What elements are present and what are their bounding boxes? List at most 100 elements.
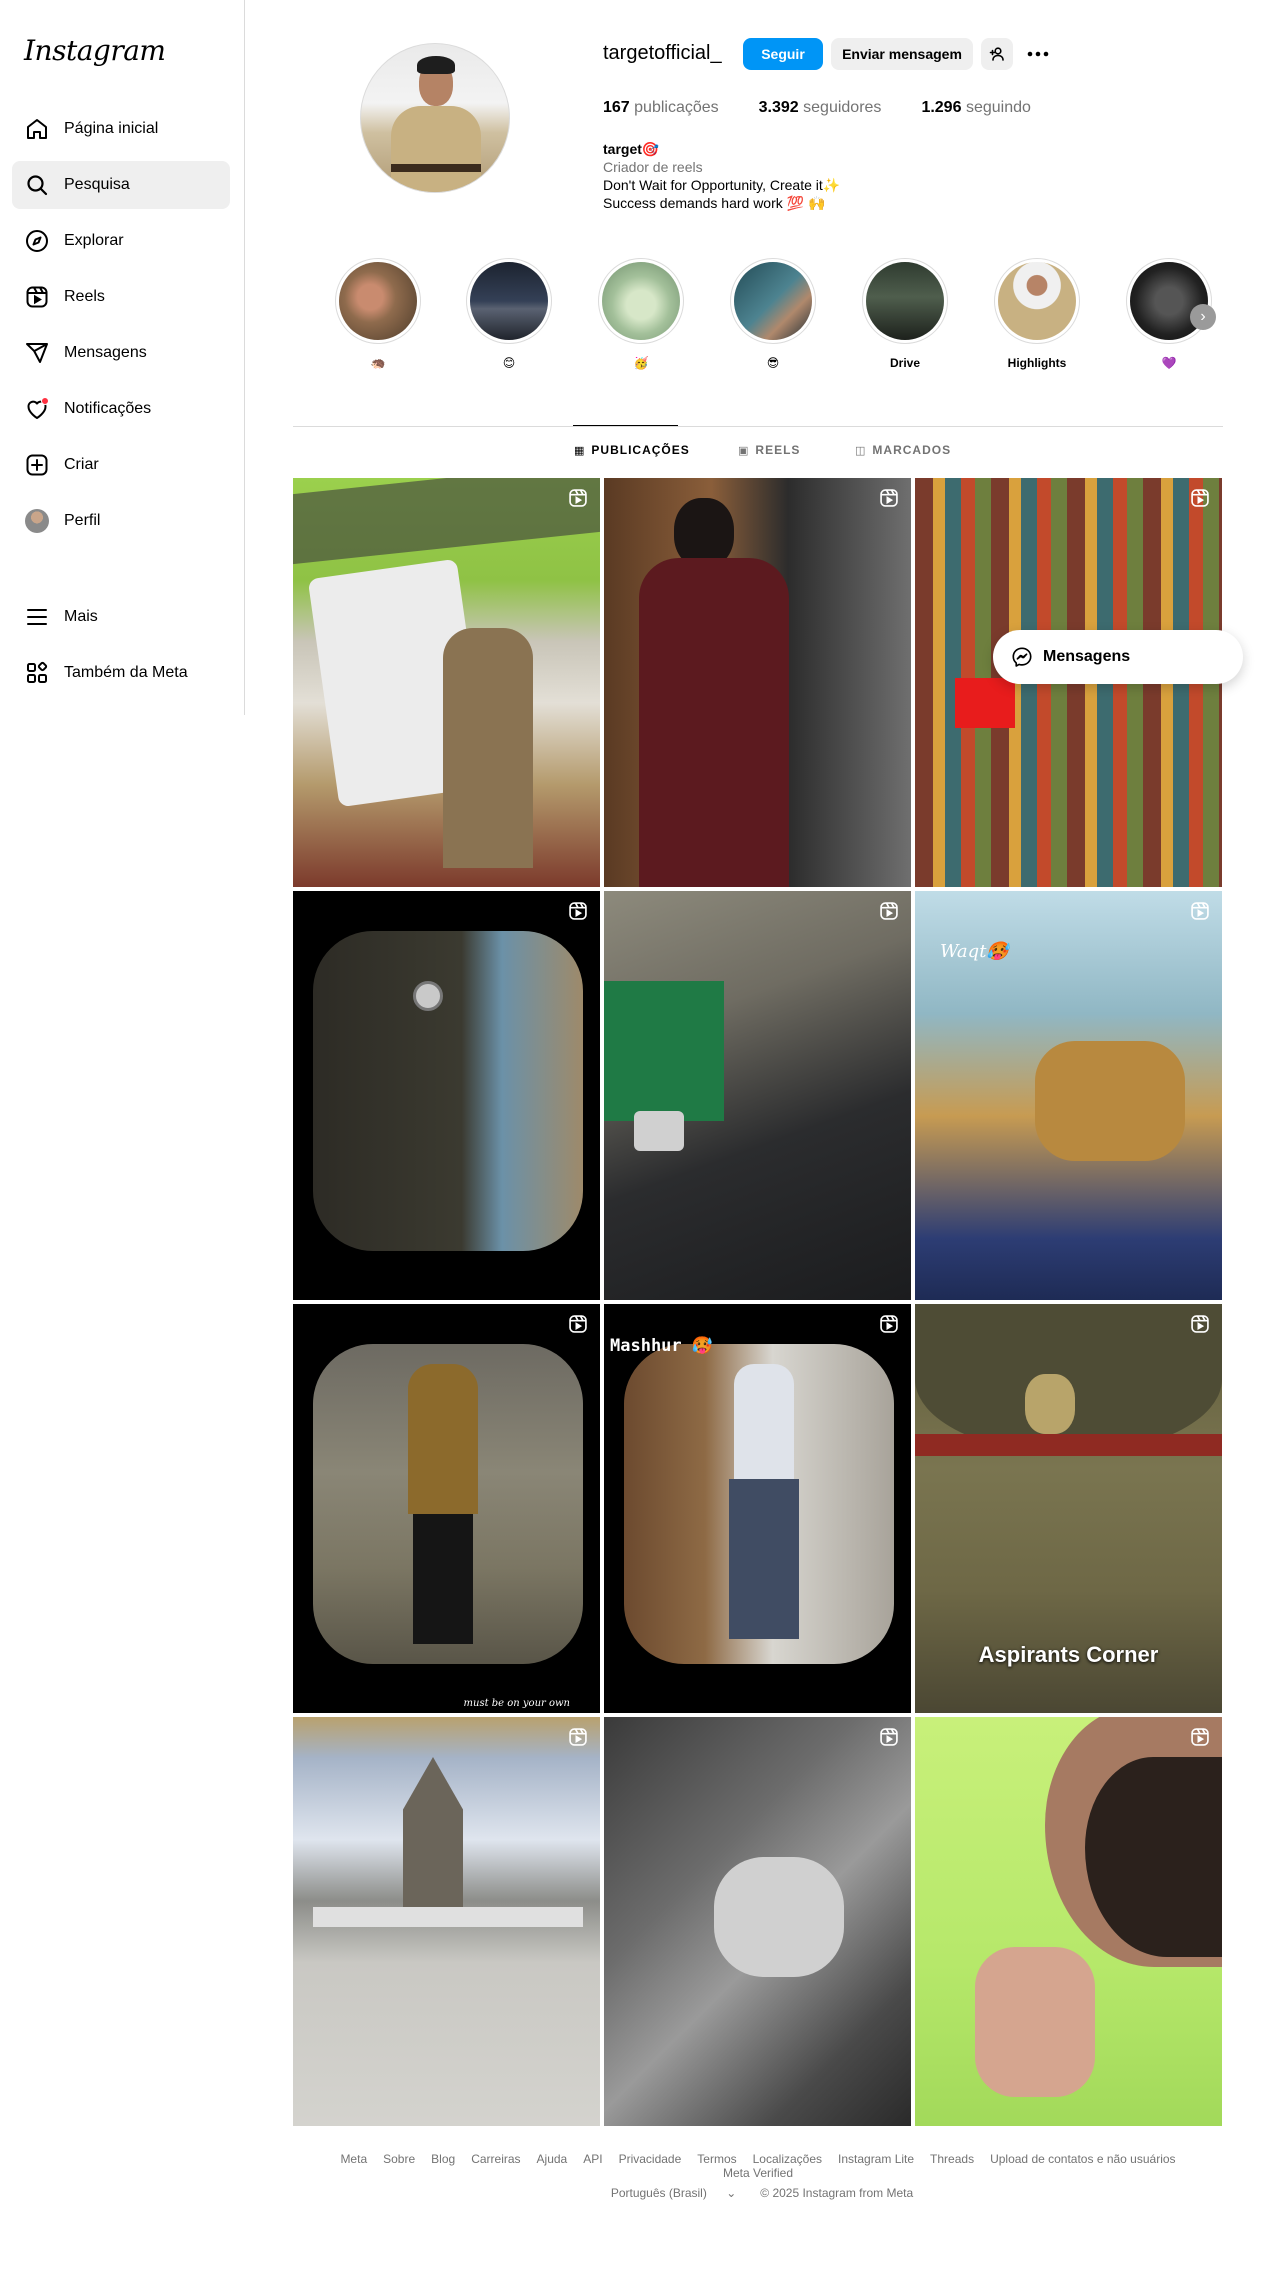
post-thumbnail[interactable]: Mashhur 🥵 [604, 1304, 911, 1713]
profile-stats: 167 publicações 3.392 seguidores 1.296 s… [603, 99, 1071, 117]
suggest-user-button[interactable] [981, 38, 1013, 70]
sidebar-item-create[interactable]: Criar [12, 441, 230, 489]
story-highlight[interactable]: 😊 [465, 258, 553, 372]
post-thumbnail[interactable] [293, 1717, 600, 2126]
post-overlay-text: Waqt🥵 [940, 941, 1009, 962]
footer-link[interactable]: Meta Verified [723, 2166, 793, 2180]
reel-indicator-icon [880, 1728, 898, 1746]
following-count[interactable]: 1.296 seguindo [921, 99, 1030, 117]
reel-indicator-icon [1191, 902, 1209, 920]
story-highlight[interactable]: 🥳 [597, 258, 685, 372]
story-highlight[interactable]: 🦔 [334, 258, 422, 372]
profile-avatar[interactable] [360, 43, 510, 193]
reel-indicator-icon [569, 902, 587, 920]
tagged-icon: ◫ [855, 444, 867, 457]
footer-link[interactable]: Threads [930, 2152, 974, 2166]
highlight-ring [994, 258, 1080, 344]
highlight-label: 💜 [1161, 356, 1177, 370]
sidebar-item-search[interactable]: Pesquisa [12, 161, 230, 209]
following-count-value: 1.296 [921, 99, 962, 116]
bio-line: Success demands hard work 💯 🙌 [603, 195, 826, 211]
sidebar-item-also-from-meta[interactable]: Também da Meta [12, 649, 230, 697]
home-icon [24, 116, 50, 142]
sidebar-item-home[interactable]: Página inicial [12, 105, 230, 153]
avatar-figure [391, 106, 481, 192]
send-message-button[interactable]: Enviar mensagem [831, 38, 973, 70]
post-thumbnail[interactable] [604, 1717, 911, 2126]
sidebar-item-label: Página inicial [64, 120, 159, 137]
footer-link[interactable]: Instagram Lite [838, 2152, 914, 2166]
story-highlight[interactable]: Drive [861, 258, 949, 372]
floating-messages-label: Mensagens [1043, 648, 1131, 665]
footer-link[interactable]: Upload de contatos e não usuários [990, 2152, 1175, 2166]
post-thumbnail[interactable]: must be on your own [293, 1304, 600, 1713]
reels-icon: ▣ [738, 444, 750, 457]
sidebar-item-profile[interactable]: Perfil [12, 497, 230, 545]
language-selector[interactable]: Português (Brasil) ⌄ [603, 2186, 744, 2200]
avatar-belt [391, 164, 481, 172]
sidebar-item-label: Notificações [64, 400, 152, 417]
footer-links: Meta Sobre Blog Carreiras Ajuda API Privacidad… [293, 2152, 1223, 2180]
floating-messages-button[interactable]: Mensagens [993, 630, 1243, 684]
tab-label: REELS [755, 443, 801, 457]
reel-indicator-icon [569, 489, 587, 507]
story-highlight[interactable]: Highlights [993, 258, 1081, 372]
reel-indicator-icon [569, 1315, 587, 1333]
sidebar-item-label: Explorar [64, 232, 124, 249]
footer-link[interactable]: Privacidade [619, 2152, 682, 2166]
search-icon [24, 172, 50, 198]
sidebar-item-messages[interactable]: Mensagens [12, 329, 230, 377]
highlight-ring [730, 258, 816, 344]
tab-reels[interactable]: ▣ REELS [738, 443, 800, 457]
footer-link[interactable]: Meta [340, 2152, 367, 2166]
highlight-ring [598, 258, 684, 344]
sidebar-item-label: Perfil [64, 512, 101, 529]
footer-bottom: Português (Brasil) ⌄ © 2025 Instagram fr… [293, 2186, 1223, 2200]
follow-button[interactable]: Seguir [743, 38, 823, 70]
posts-count: 167 publicações [603, 99, 719, 117]
post-thumbnail[interactable] [915, 1717, 1222, 2126]
sidebar-item-notifications[interactable]: Notificações [12, 385, 230, 433]
reel-indicator-icon [880, 489, 898, 507]
instagram-logo[interactable]: Instagram [24, 34, 166, 67]
sidebar-item-label: Também da Meta [64, 664, 188, 681]
footer-link[interactable]: Sobre [383, 2152, 415, 2166]
post-thumbnail[interactable] [293, 891, 600, 1300]
followers-count[interactable]: 3.392 seguidores [759, 99, 882, 117]
language-label: Português (Brasil) [610, 2186, 707, 2200]
highlight-label: 😎 [766, 356, 780, 370]
sidebar-item-label: Mais [64, 608, 98, 625]
sidebar-item-reels[interactable]: Reels [12, 273, 230, 321]
post-thumbnail[interactable] [604, 478, 911, 887]
reel-indicator-icon [1191, 1728, 1209, 1746]
followers-count-label: seguidores [803, 99, 882, 116]
tab-label: MARCADOS [872, 443, 952, 457]
post-thumbnail[interactable] [604, 891, 911, 1300]
post-thumbnail[interactable]: Waqt🥵 [915, 891, 1222, 1300]
footer-link[interactable]: Localizações [753, 2152, 822, 2166]
story-highlight[interactable]: 😎 [729, 258, 817, 372]
tabs-divider [293, 426, 1223, 427]
post-thumbnail[interactable] [293, 478, 600, 887]
post-thumbnail[interactable]: Aspirants Corner [915, 1304, 1222, 1713]
grid-icon: ▦ [574, 444, 586, 457]
footer-link[interactable]: Carreiras [471, 2152, 520, 2166]
posts-count-label: publicações [634, 99, 719, 116]
tab-posts[interactable]: ▦ PUBLICAÇÕES [574, 443, 690, 457]
sidebar-item-more[interactable]: Mais [12, 593, 230, 641]
footer-link[interactable]: Ajuda [537, 2152, 568, 2166]
more-options-button[interactable] [1022, 38, 1054, 70]
chevron-right-icon: › [1200, 308, 1206, 325]
reel-indicator-icon [880, 1315, 898, 1333]
sidebar-item-explore[interactable]: Explorar [12, 217, 230, 265]
footer-link[interactable]: Blog [431, 2152, 455, 2166]
sidebar-item-label: Mensagens [64, 344, 147, 361]
footer-link[interactable]: Termos [697, 2152, 736, 2166]
send-icon [24, 340, 50, 366]
highlight-label: 🥳 [633, 356, 649, 370]
tab-tagged[interactable]: ◫ MARCADOS [855, 443, 951, 457]
footer-link[interactable]: API [583, 2152, 602, 2166]
highlight-cover [470, 262, 548, 340]
highlights-next-button[interactable]: › [1190, 304, 1216, 330]
tab-label: PUBLICAÇÕES [591, 443, 690, 457]
